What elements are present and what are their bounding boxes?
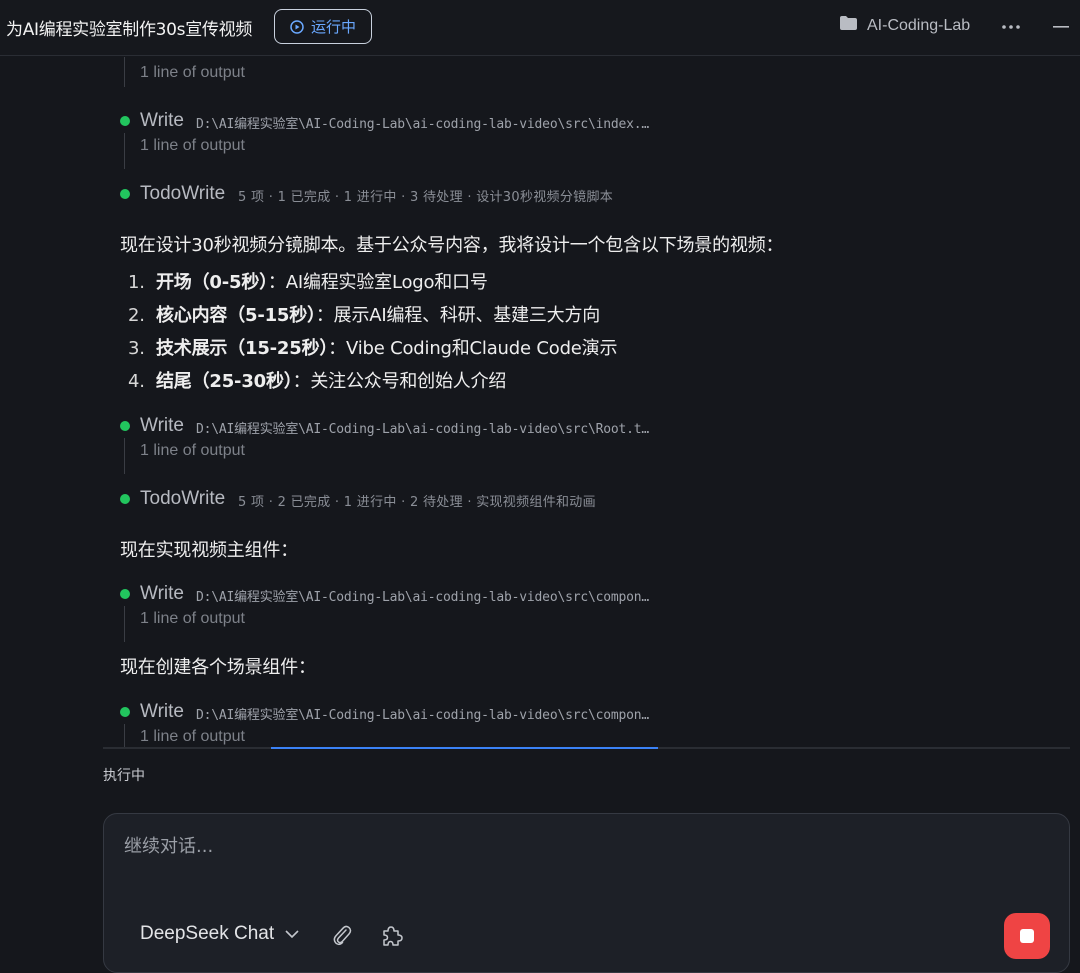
- status-badge[interactable]: 运行中: [274, 9, 372, 44]
- scene-desc: ：AI编程实验室Logo和口号: [267, 272, 488, 293]
- more-horizontal-icon[interactable]: [998, 14, 1024, 40]
- entry-connector: [124, 606, 125, 642]
- status-dot: [120, 707, 130, 717]
- folder-icon: [839, 15, 858, 36]
- model-name: DeepSeek Chat: [140, 923, 275, 944]
- output-summary[interactable]: 1 line of output: [140, 728, 245, 746]
- tool-name[interactable]: Write: [140, 583, 184, 605]
- play-circle-icon: [290, 19, 304, 34]
- chat-input-box[interactable]: 继续对话... DeepSeek Chat: [103, 813, 1070, 973]
- tool-name[interactable]: TodoWrite: [140, 488, 225, 510]
- todo-summary: 5 项 · 1 已完成 · 1 进行中 · 3 待处理 · 设计30秒视频分镜脚…: [238, 190, 614, 205]
- tool-name[interactable]: Write: [140, 701, 184, 723]
- status-dot: [120, 589, 130, 599]
- entry-connector: [124, 438, 125, 474]
- status-dot: [120, 421, 130, 431]
- list-number: 1.: [128, 272, 145, 293]
- list-item: 4. 结尾（25-30秒）：关注公众号和创始人介绍: [128, 367, 506, 393]
- tool-name[interactable]: Write: [140, 110, 184, 132]
- status-dot: [120, 116, 130, 126]
- scene-desc: ：关注公众号和创始人介绍: [292, 371, 507, 392]
- entry-connector: [124, 133, 125, 169]
- scene-desc: ：Vibe Coding和Claude Code演示: [328, 338, 618, 359]
- stop-icon: [1020, 929, 1034, 943]
- minimize-icon[interactable]: [1048, 14, 1074, 40]
- stop-button[interactable]: [1004, 913, 1050, 959]
- assistant-message: 现在实现视频主组件：: [120, 540, 298, 561]
- output-summary[interactable]: 1 line of output: [140, 64, 245, 82]
- file-path: D:\AI编程实验室\AI-Coding-Lab\ai-coding-lab-v…: [196, 422, 649, 437]
- project-selector[interactable]: AI-Coding-Lab: [839, 15, 970, 36]
- scene-title: 核心内容（5-15秒）: [156, 305, 316, 326]
- page-title: 为AI编程实验室制作30s宣传视频: [6, 20, 253, 40]
- scene-desc: ：展示AI编程、科研、基建三大方向: [315, 305, 601, 326]
- tool-name[interactable]: TodoWrite: [140, 183, 225, 205]
- output-summary[interactable]: 1 line of output: [140, 610, 245, 628]
- chevron-down-icon: [284, 923, 300, 945]
- todo-summary: 5 项 · 2 已完成 · 1 进行中 · 2 待处理 · 实现视频组件和动画: [238, 495, 596, 510]
- header-bar: 为AI编程实验室制作30s宣传视频 运行中 AI-Coding-Lab: [0, 0, 1080, 56]
- running-status: 执行中: [103, 768, 145, 784]
- progress-bar: [103, 747, 1070, 749]
- list-number: 2.: [128, 305, 145, 326]
- status-label: 运行中: [310, 18, 356, 36]
- scene-title: 开场（0-5秒）: [156, 272, 268, 293]
- entry-connector: [124, 57, 125, 87]
- output-summary[interactable]: 1 line of output: [140, 137, 245, 155]
- output-summary[interactable]: 1 line of output: [140, 442, 245, 460]
- paperclip-icon[interactable]: [328, 921, 356, 949]
- file-path: D:\AI编程实验室\AI-Coding-Lab\ai-coding-lab-v…: [196, 117, 649, 132]
- list-item: 3. 技术展示（15-25秒）：Vibe Coding和Claude Code演示: [128, 334, 617, 360]
- status-dot: [120, 494, 130, 504]
- progress-fill: [271, 747, 658, 749]
- scene-title: 结尾（25-30秒）: [156, 371, 293, 392]
- scene-title: 技术展示（15-25秒）: [156, 338, 329, 359]
- list-item: 1. 开场（0-5秒）：AI编程实验室Logo和口号: [128, 268, 488, 294]
- assistant-message: 现在设计30秒视频分镜脚本。基于公众号内容，我将设计一个包含以下场景的视频：: [120, 235, 784, 256]
- list-number: 4.: [128, 371, 145, 392]
- project-name: AI-Coding-Lab: [867, 16, 971, 34]
- file-path: D:\AI编程实验室\AI-Coding-Lab\ai-coding-lab-v…: [196, 708, 649, 723]
- file-path: D:\AI编程实验室\AI-Coding-Lab\ai-coding-lab-v…: [196, 590, 649, 605]
- list-item: 2. 核心内容（5-15秒）：展示AI编程、科研、基建三大方向: [128, 301, 600, 327]
- list-number: 3.: [128, 338, 145, 359]
- entry-connector: [124, 724, 125, 747]
- activity-log: 1 line of output Write D:\AI编程实验室\AI-Cod…: [0, 57, 1080, 747]
- chat-input[interactable]: 继续对话...: [124, 832, 213, 858]
- status-dot: [120, 189, 130, 199]
- model-selector[interactable]: DeepSeek Chat: [140, 923, 300, 945]
- tool-name[interactable]: Write: [140, 415, 184, 437]
- puzzle-icon[interactable]: [378, 921, 406, 949]
- assistant-message: 现在创建各个场景组件：: [120, 657, 316, 678]
